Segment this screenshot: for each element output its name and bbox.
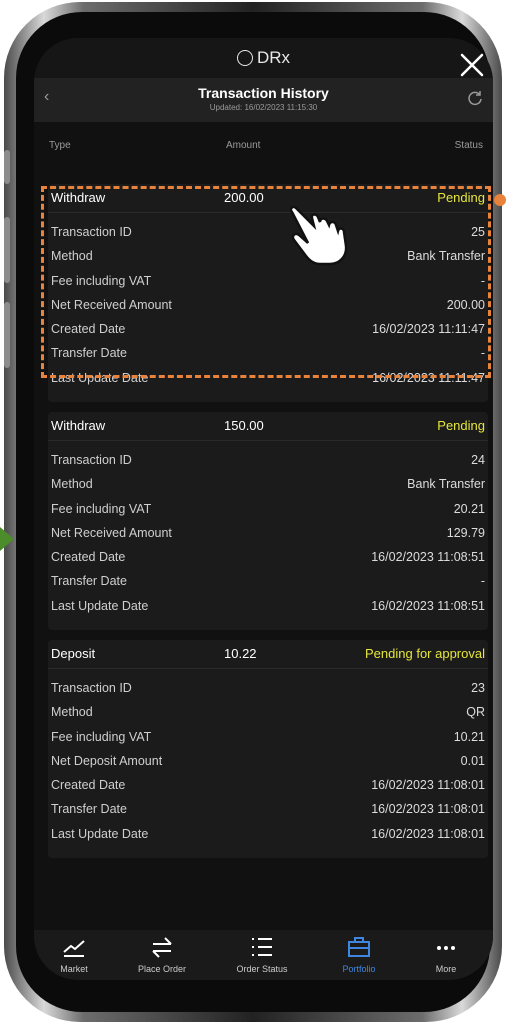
tab-label: Place Order — [137, 964, 187, 974]
phone-side-button — [4, 150, 10, 184]
nav-bar: ‹ Transaction History Updated: 16/02/202… — [34, 78, 493, 122]
detail-label: Last Update Date — [51, 826, 149, 841]
detail-value: 24 — [471, 453, 485, 467]
detail-row: Net Received Amount 129.79 — [48, 522, 488, 546]
detail-value: Bank Transfer — [407, 477, 485, 492]
column-status: Status — [454, 140, 483, 151]
annotation-arrow-icon — [0, 527, 14, 551]
detail-row: Method Bank Transfer — [48, 473, 488, 497]
detail-value: 10.21 — [453, 729, 485, 744]
transaction-card[interactable]: Deposit 10.22 Pending for approval Trans… — [48, 640, 488, 858]
detail-label: Created Date — [51, 550, 126, 565]
detail-label: Net Deposit Amount — [51, 753, 163, 768]
column-amount: Amount — [226, 140, 261, 151]
more-dots-icon — [437, 946, 455, 950]
detail-value: - — [480, 574, 485, 589]
app-screen: DRx ‹ Transaction History Updated: 16/02… — [34, 38, 493, 980]
detail-row: Last Update Date 16/02/2023 11:08:01 — [48, 823, 488, 847]
detail-label: Fee including VAT — [51, 729, 152, 744]
detail-row: Method QR — [48, 701, 488, 725]
last-updated: Updated: 16/02/2023 11:15:30 — [209, 103, 318, 112]
transaction-card[interactable]: Withdraw 150.00 Pending Transaction ID 24… — [48, 412, 488, 630]
transaction-type: Withdraw — [51, 418, 106, 433]
tab-label: More — [435, 964, 457, 974]
transaction-header: Deposit 10.22 Pending for approval — [48, 640, 488, 669]
transaction-amount: 10.22 — [224, 646, 257, 661]
list-icon — [252, 938, 272, 956]
detail-row: Transaction ID 24 — [48, 449, 488, 473]
briefcase-icon — [348, 937, 370, 957]
brand-name: DRx — [256, 48, 291, 67]
tab-label: Order Status — [236, 964, 288, 974]
transaction-status: Pending — [437, 418, 485, 433]
detail-row: Fee including VAT 20.21 — [48, 498, 488, 522]
detail-label: Method — [51, 477, 93, 492]
detail-label: Transfer Date — [51, 574, 127, 589]
detail-value: QR — [466, 705, 485, 720]
detail-label: Method — [51, 705, 93, 720]
detail-row: Fee including VAT 10.21 — [48, 726, 488, 750]
transaction-type: Deposit — [51, 646, 96, 661]
detail-label: Transaction ID — [51, 681, 132, 695]
detail-value: 16/02/2023 11:08:51 — [371, 550, 485, 565]
phone-volume-down — [4, 302, 10, 368]
refresh-icon[interactable] — [467, 90, 483, 106]
swap-arrows-icon — [152, 937, 172, 958]
transaction-header: Withdraw 150.00 Pending — [48, 412, 488, 441]
column-header: Type Amount Status — [34, 122, 493, 174]
detail-value: 129.79 — [446, 525, 485, 540]
detail-row: Net Deposit Amount 0.01 — [48, 750, 488, 774]
tab-more[interactable]: More — [406, 936, 486, 974]
tab-order-status[interactable]: Order Status — [222, 936, 302, 974]
detail-value: 23 — [471, 681, 485, 695]
column-type: Type — [49, 140, 71, 151]
close-icon[interactable] — [459, 52, 485, 78]
phone-volume-up — [4, 217, 10, 283]
detail-value: 20.21 — [453, 501, 485, 516]
detail-row: Transaction ID 23 — [48, 677, 488, 701]
pointing-hand-icon — [289, 205, 348, 266]
tab-place-order[interactable]: Place Order — [122, 936, 202, 974]
detail-value: 16/02/2023 11:08:01 — [371, 802, 485, 817]
transaction-amount: 150.00 — [224, 418, 264, 433]
brand-logo-icon — [236, 50, 253, 66]
detail-value: 16/02/2023 11:08:51 — [371, 598, 485, 613]
detail-label: Fee including VAT — [51, 501, 152, 516]
detail-value: 0.01 — [460, 753, 485, 768]
detail-label: Created Date — [51, 778, 126, 793]
detail-label: Transaction ID — [51, 453, 132, 467]
tab-label: Market — [60, 964, 88, 974]
detail-row: Last Update Date 16/02/2023 11:08:51 — [48, 595, 488, 619]
transaction-status: Pending for approval — [365, 646, 485, 661]
tab-label: Portfolio — [342, 964, 376, 974]
highlight-annotation-box — [41, 186, 491, 378]
chart-line-icon — [63, 940, 85, 957]
page-title: Transaction History — [198, 85, 329, 101]
tab-portfolio[interactable]: Portfolio — [319, 936, 399, 974]
app-brand: DRx — [34, 48, 493, 68]
detail-value: 16/02/2023 11:08:01 — [371, 826, 485, 841]
bottom-tab-bar: Market Place Order Order Status Portfoli… — [34, 930, 493, 980]
detail-label: Last Update Date — [51, 598, 149, 613]
brand-bar: DRx — [34, 38, 493, 78]
detail-row: Created Date 16/02/2023 11:08:01 — [48, 774, 488, 798]
detail-row: Transfer Date 16/02/2023 11:08:01 — [48, 798, 488, 822]
detail-row: Created Date 16/02/2023 11:08:51 — [48, 546, 488, 570]
tab-market[interactable]: Market — [34, 936, 114, 974]
detail-row: Transfer Date - — [48, 570, 488, 594]
detail-value: 16/02/2023 11:08:01 — [371, 778, 485, 793]
detail-label: Net Received Amount — [51, 525, 172, 540]
detail-label: Transfer Date — [51, 802, 127, 817]
annotation-dot — [494, 194, 506, 206]
